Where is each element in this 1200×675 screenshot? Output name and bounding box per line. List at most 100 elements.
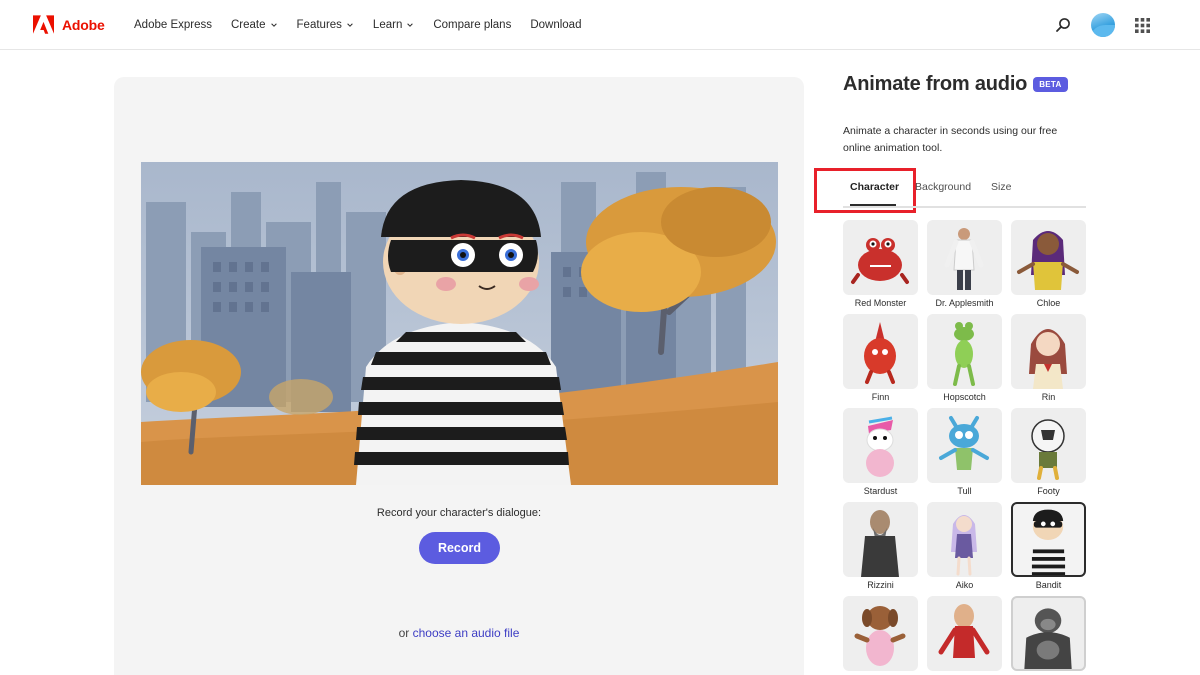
- character-name: Red Monster: [854, 298, 907, 308]
- nav-label: Compare plans: [433, 19, 512, 31]
- character-thumbnail: [927, 408, 1002, 483]
- character-thumbnail: [1011, 596, 1086, 671]
- title-row: Animate from audio BETA: [843, 70, 1093, 98]
- character-thumbnail: [1011, 314, 1086, 389]
- stardust-avatar: [866, 416, 894, 477]
- hopscotch-avatar: [953, 322, 975, 386]
- character-thumbnail: [843, 220, 918, 295]
- tab-size[interactable]: Size: [991, 181, 1011, 193]
- brand-name: Adobe: [62, 16, 105, 33]
- dr-applesmith-avatar: [944, 228, 984, 290]
- character-card-dog[interactable]: [843, 596, 918, 675]
- record-caption: Record your character's dialogue:: [376, 507, 542, 519]
- character-thumbnail: [927, 314, 1002, 389]
- chevron-down-icon: [270, 23, 277, 27]
- tull-avatar: [939, 416, 989, 470]
- adobe-logo-icon: [33, 15, 54, 34]
- chevron-down-icon: [407, 23, 414, 27]
- character-thumbnail: [927, 220, 1002, 295]
- adobe-brand[interactable]: Adobe: [33, 15, 105, 34]
- man-avatar: [938, 604, 990, 658]
- nav-label: Features: [296, 19, 342, 31]
- character-thumbnail: [1011, 408, 1086, 483]
- animation-preview-panel: Record your character's dialogue: Record…: [114, 77, 804, 675]
- character-name: Finn: [871, 392, 890, 402]
- character-name: Rin: [1041, 392, 1056, 402]
- character-name: Dr. Applesmith: [935, 298, 994, 308]
- character-card-tull[interactable]: Tull: [927, 408, 1002, 497]
- page-description: Animate a character in seconds using our…: [843, 125, 1058, 154]
- character-card-bandit[interactable]: Bandit: [1011, 502, 1086, 591]
- character-card-chloe[interactable]: Chloe: [1011, 220, 1086, 309]
- search-button[interactable]: [1055, 17, 1071, 33]
- record-button[interactable]: Record: [419, 532, 500, 564]
- app-grid-icon: [1135, 17, 1150, 33]
- character-thumbnail: [1011, 502, 1086, 577]
- character-name: Bandit: [1035, 580, 1062, 590]
- character-card-hopscotch[interactable]: Hopscotch: [927, 314, 1002, 403]
- character-name: Chloe: [1036, 298, 1061, 308]
- nav-label: Download: [530, 19, 582, 31]
- nav-adobe-express[interactable]: Adobe Express: [134, 19, 212, 31]
- character-card-rin[interactable]: Rin: [1011, 314, 1086, 403]
- audio-upload-line: or choose an audio file: [114, 626, 804, 640]
- gorilla-avatar: [1024, 608, 1072, 669]
- top-navigation: Adobe Adobe Express Create Features Lear…: [0, 0, 1200, 50]
- nav-label: Adobe Express: [134, 19, 212, 31]
- beta-badge: BETA: [1033, 76, 1068, 92]
- character-card-rizzini[interactable]: Rizzini: [843, 502, 918, 591]
- tab-background[interactable]: Background: [915, 181, 971, 193]
- character-name: Aiko: [955, 580, 974, 590]
- character-card-gorilla[interactable]: [1011, 596, 1086, 675]
- nav-label: Create: [231, 19, 266, 31]
- rizzini-avatar: [861, 510, 899, 577]
- choose-audio-file-link[interactable]: choose an audio file: [413, 626, 520, 640]
- animation-settings-panel: Animate from audio BETA Animate a charac…: [814, 70, 1093, 671]
- character-card-red-monster[interactable]: Red Monster: [843, 220, 918, 309]
- animation-preview-canvas: [141, 162, 778, 485]
- character-card-stardust[interactable]: Stardust: [843, 408, 918, 497]
- character-name: Tull: [957, 486, 972, 496]
- bandit-scene-illustration: [141, 162, 778, 485]
- character-name: Footy: [1037, 486, 1060, 496]
- character-thumbnail: [843, 314, 918, 389]
- footy-avatar: [1031, 419, 1065, 480]
- nav-download[interactable]: Download: [530, 19, 581, 31]
- chevron-down-icon: [347, 23, 353, 27]
- character-name: Rizzini: [867, 580, 894, 590]
- app-switcher-button[interactable]: [1135, 17, 1150, 33]
- avatar[interactable]: [1091, 13, 1115, 37]
- character-card-finn[interactable]: Finn: [843, 314, 918, 403]
- character-card-dr-applesmith[interactable]: Dr. Applesmith: [927, 220, 1002, 309]
- character-card-man[interactable]: [927, 596, 1002, 675]
- nav-create[interactable]: Create: [231, 19, 278, 31]
- nav-features[interactable]: Features: [297, 19, 354, 31]
- character-thumbnail: [843, 596, 918, 671]
- chloe-avatar: [1017, 231, 1079, 290]
- nav-learn[interactable]: Learn: [373, 19, 414, 31]
- bandit-avatar: [1031, 509, 1066, 575]
- finn-avatar: [864, 322, 896, 384]
- rin-avatar: [1029, 329, 1067, 389]
- character-name: Stardust: [863, 486, 898, 496]
- search-icon: [1056, 18, 1070, 32]
- settings-tabs: Character Background Size: [843, 176, 1086, 208]
- dog-avatar: [854, 606, 906, 666]
- tab-character[interactable]: Character: [850, 181, 899, 193]
- character-name: Hopscotch: [943, 392, 986, 402]
- nav-label: Learn: [372, 19, 403, 31]
- active-tab-indicator: [850, 204, 896, 206]
- character-card-aiko[interactable]: Aiko: [927, 502, 1002, 591]
- character-thumbnail: [1011, 220, 1086, 295]
- nav-compare-plans[interactable]: Compare plans: [433, 19, 511, 31]
- aiko-avatar: [951, 515, 977, 576]
- character-thumbnail: [927, 596, 1002, 671]
- red-monster-avatar: [851, 238, 909, 284]
- character-card-footy[interactable]: Footy: [1011, 408, 1086, 497]
- nav-actions: [1055, 0, 1150, 50]
- character-thumbnail: [843, 502, 918, 577]
- page-title: Animate from audio: [843, 72, 1028, 95]
- character-thumbnail: [843, 408, 918, 483]
- character-thumbnail: [927, 502, 1002, 577]
- audio-prefix-text: or: [398, 626, 413, 640]
